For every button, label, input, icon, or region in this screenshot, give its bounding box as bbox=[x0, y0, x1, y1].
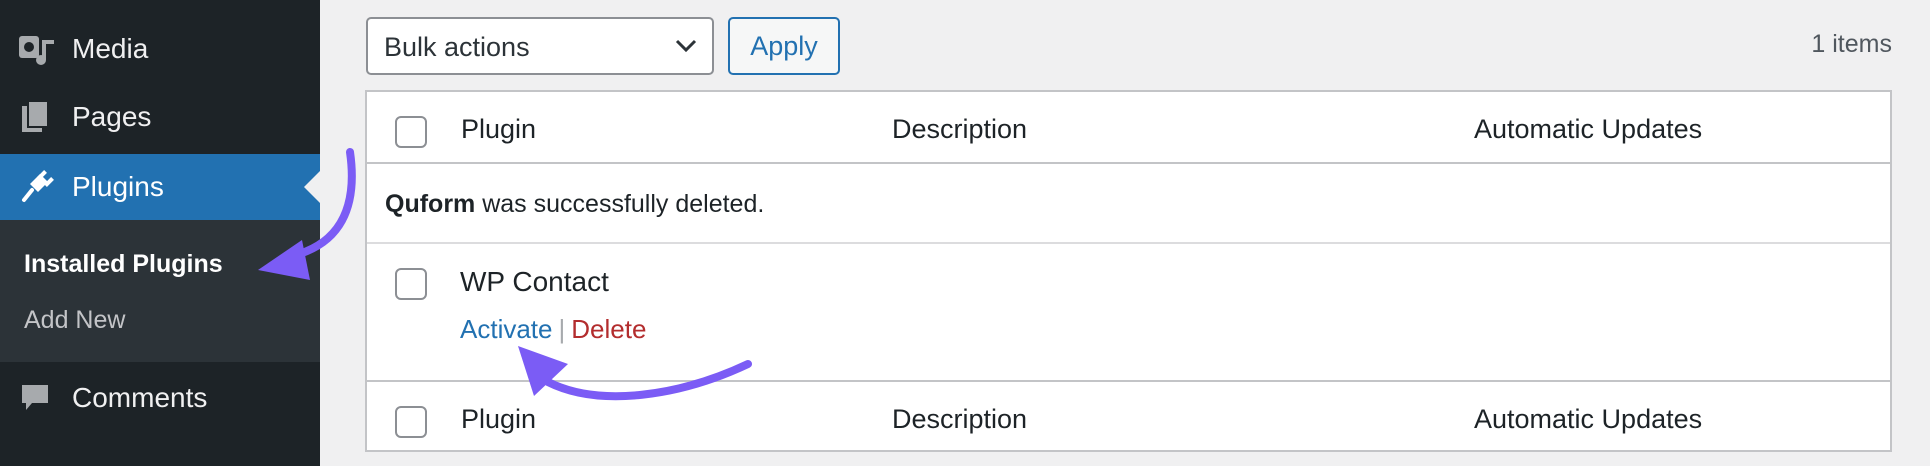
bulk-actions-value: Bulk actions bbox=[384, 32, 530, 62]
admin-sidebar: Media Pages Plugins Installed Plugins Ad… bbox=[0, 0, 320, 466]
plugin-icon bbox=[18, 168, 56, 206]
action-separator: | bbox=[558, 314, 566, 344]
column-header-description: Description bbox=[892, 114, 1028, 144]
select-all-checkbox-footer[interactable] bbox=[395, 406, 427, 438]
sidebar-item-label: Pages bbox=[72, 101, 152, 132]
items-count: 1 items bbox=[1811, 30, 1892, 58]
sidebar-item-media[interactable]: Media bbox=[0, 16, 320, 82]
active-indicator bbox=[304, 171, 320, 203]
plugin-name: WP Contact bbox=[460, 266, 609, 297]
column-footer-description: Description bbox=[892, 404, 1028, 434]
row-checkbox[interactable] bbox=[395, 268, 427, 300]
sidebar-item-comments[interactable]: Comments bbox=[0, 365, 320, 431]
sidebar-item-label: Plugins bbox=[72, 171, 164, 202]
notice-plugin-name: Quform bbox=[385, 190, 476, 218]
deleted-notice: Quform was successfully deleted. bbox=[367, 164, 1890, 244]
plugins-submenu: Installed Plugins Add New bbox=[0, 220, 320, 362]
sidebar-item-label: Comments bbox=[72, 382, 208, 413]
sidebar-item-plugins[interactable]: Plugins bbox=[0, 154, 320, 220]
bulk-actions-select[interactable]: Bulk actions bbox=[366, 17, 714, 75]
pages-icon bbox=[18, 98, 56, 136]
delete-link[interactable]: Delete bbox=[571, 314, 646, 344]
column-footer-automatic-updates: Automatic Updates bbox=[1474, 404, 1703, 434]
table-row: WP Contact Activate | Delete bbox=[367, 246, 1890, 380]
table-footer: Plugin Description Automatic Updates bbox=[367, 380, 1890, 452]
column-header-automatic-updates: Automatic Updates bbox=[1474, 114, 1703, 144]
chevron-down-icon bbox=[675, 39, 697, 53]
sidebar-item-pages[interactable]: Pages bbox=[0, 84, 320, 150]
media-icon bbox=[18, 30, 56, 68]
submenu-add-new[interactable]: Add New bbox=[24, 306, 125, 335]
table-header: Plugin Description Automatic Updates bbox=[367, 92, 1890, 164]
apply-button[interactable]: Apply bbox=[728, 17, 840, 75]
plugins-table: Plugin Description Automatic Updates Quf… bbox=[365, 90, 1892, 452]
activate-link[interactable]: Activate bbox=[460, 314, 553, 344]
comments-icon bbox=[18, 379, 56, 417]
column-header-plugin[interactable]: Plugin bbox=[461, 114, 536, 145]
column-footer-plugin[interactable]: Plugin bbox=[461, 404, 536, 435]
notice-text: was successfully deleted. bbox=[475, 190, 765, 218]
row-actions: Activate | Delete bbox=[460, 314, 646, 345]
select-all-checkbox[interactable] bbox=[395, 116, 427, 148]
submenu-installed-plugins[interactable]: Installed Plugins bbox=[24, 250, 223, 279]
sidebar-item-label: Media bbox=[72, 33, 149, 64]
notice-message: Quform was successfully deleted. bbox=[385, 190, 764, 219]
